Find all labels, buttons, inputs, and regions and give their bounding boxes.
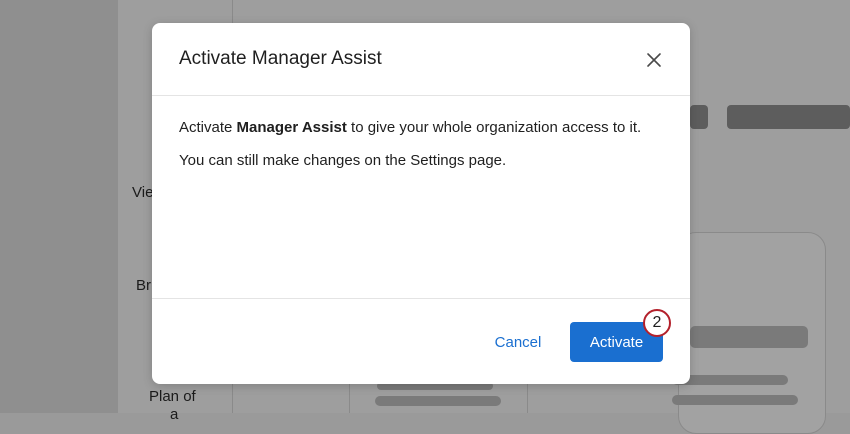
close-icon bbox=[647, 53, 661, 67]
activate-dialog: Activate Manager Assist Activate Manager… bbox=[152, 23, 690, 384]
message-text: to give your whole organization access t… bbox=[346, 119, 642, 136]
dialog-body: Activate Manager Assist to give your who… bbox=[179, 119, 669, 170]
background-placeholder-bar bbox=[672, 395, 798, 405]
dialog-header: Activate Manager Assist bbox=[152, 23, 690, 96]
background-placeholder-bar bbox=[690, 326, 808, 348]
background-label-br: Br bbox=[136, 277, 151, 294]
message-text: Activate bbox=[179, 119, 237, 136]
background-divider bbox=[527, 384, 528, 413]
background-label-plan-2: a bbox=[170, 406, 179, 423]
background-sidebar bbox=[0, 0, 118, 413]
background-label-plan: Plan of bbox=[149, 388, 196, 405]
dialog-title: Activate Manager Assist bbox=[179, 48, 382, 69]
background-button bbox=[690, 105, 708, 129]
background-button bbox=[727, 105, 850, 129]
dialog-footer: Cancel Activate bbox=[152, 298, 690, 385]
step-badge: 2 bbox=[643, 309, 671, 337]
close-button[interactable] bbox=[642, 48, 666, 72]
cancel-button[interactable]: Cancel bbox=[480, 323, 556, 361]
dialog-message: Activate Manager Assist to give your who… bbox=[179, 119, 669, 137]
message-product-name: Manager Assist bbox=[236, 119, 347, 136]
background-label-view: Vie bbox=[132, 184, 154, 201]
background-divider bbox=[349, 384, 350, 413]
dialog-note: You can still make changes on the Settin… bbox=[179, 152, 507, 169]
background-placeholder-bar bbox=[375, 396, 501, 406]
